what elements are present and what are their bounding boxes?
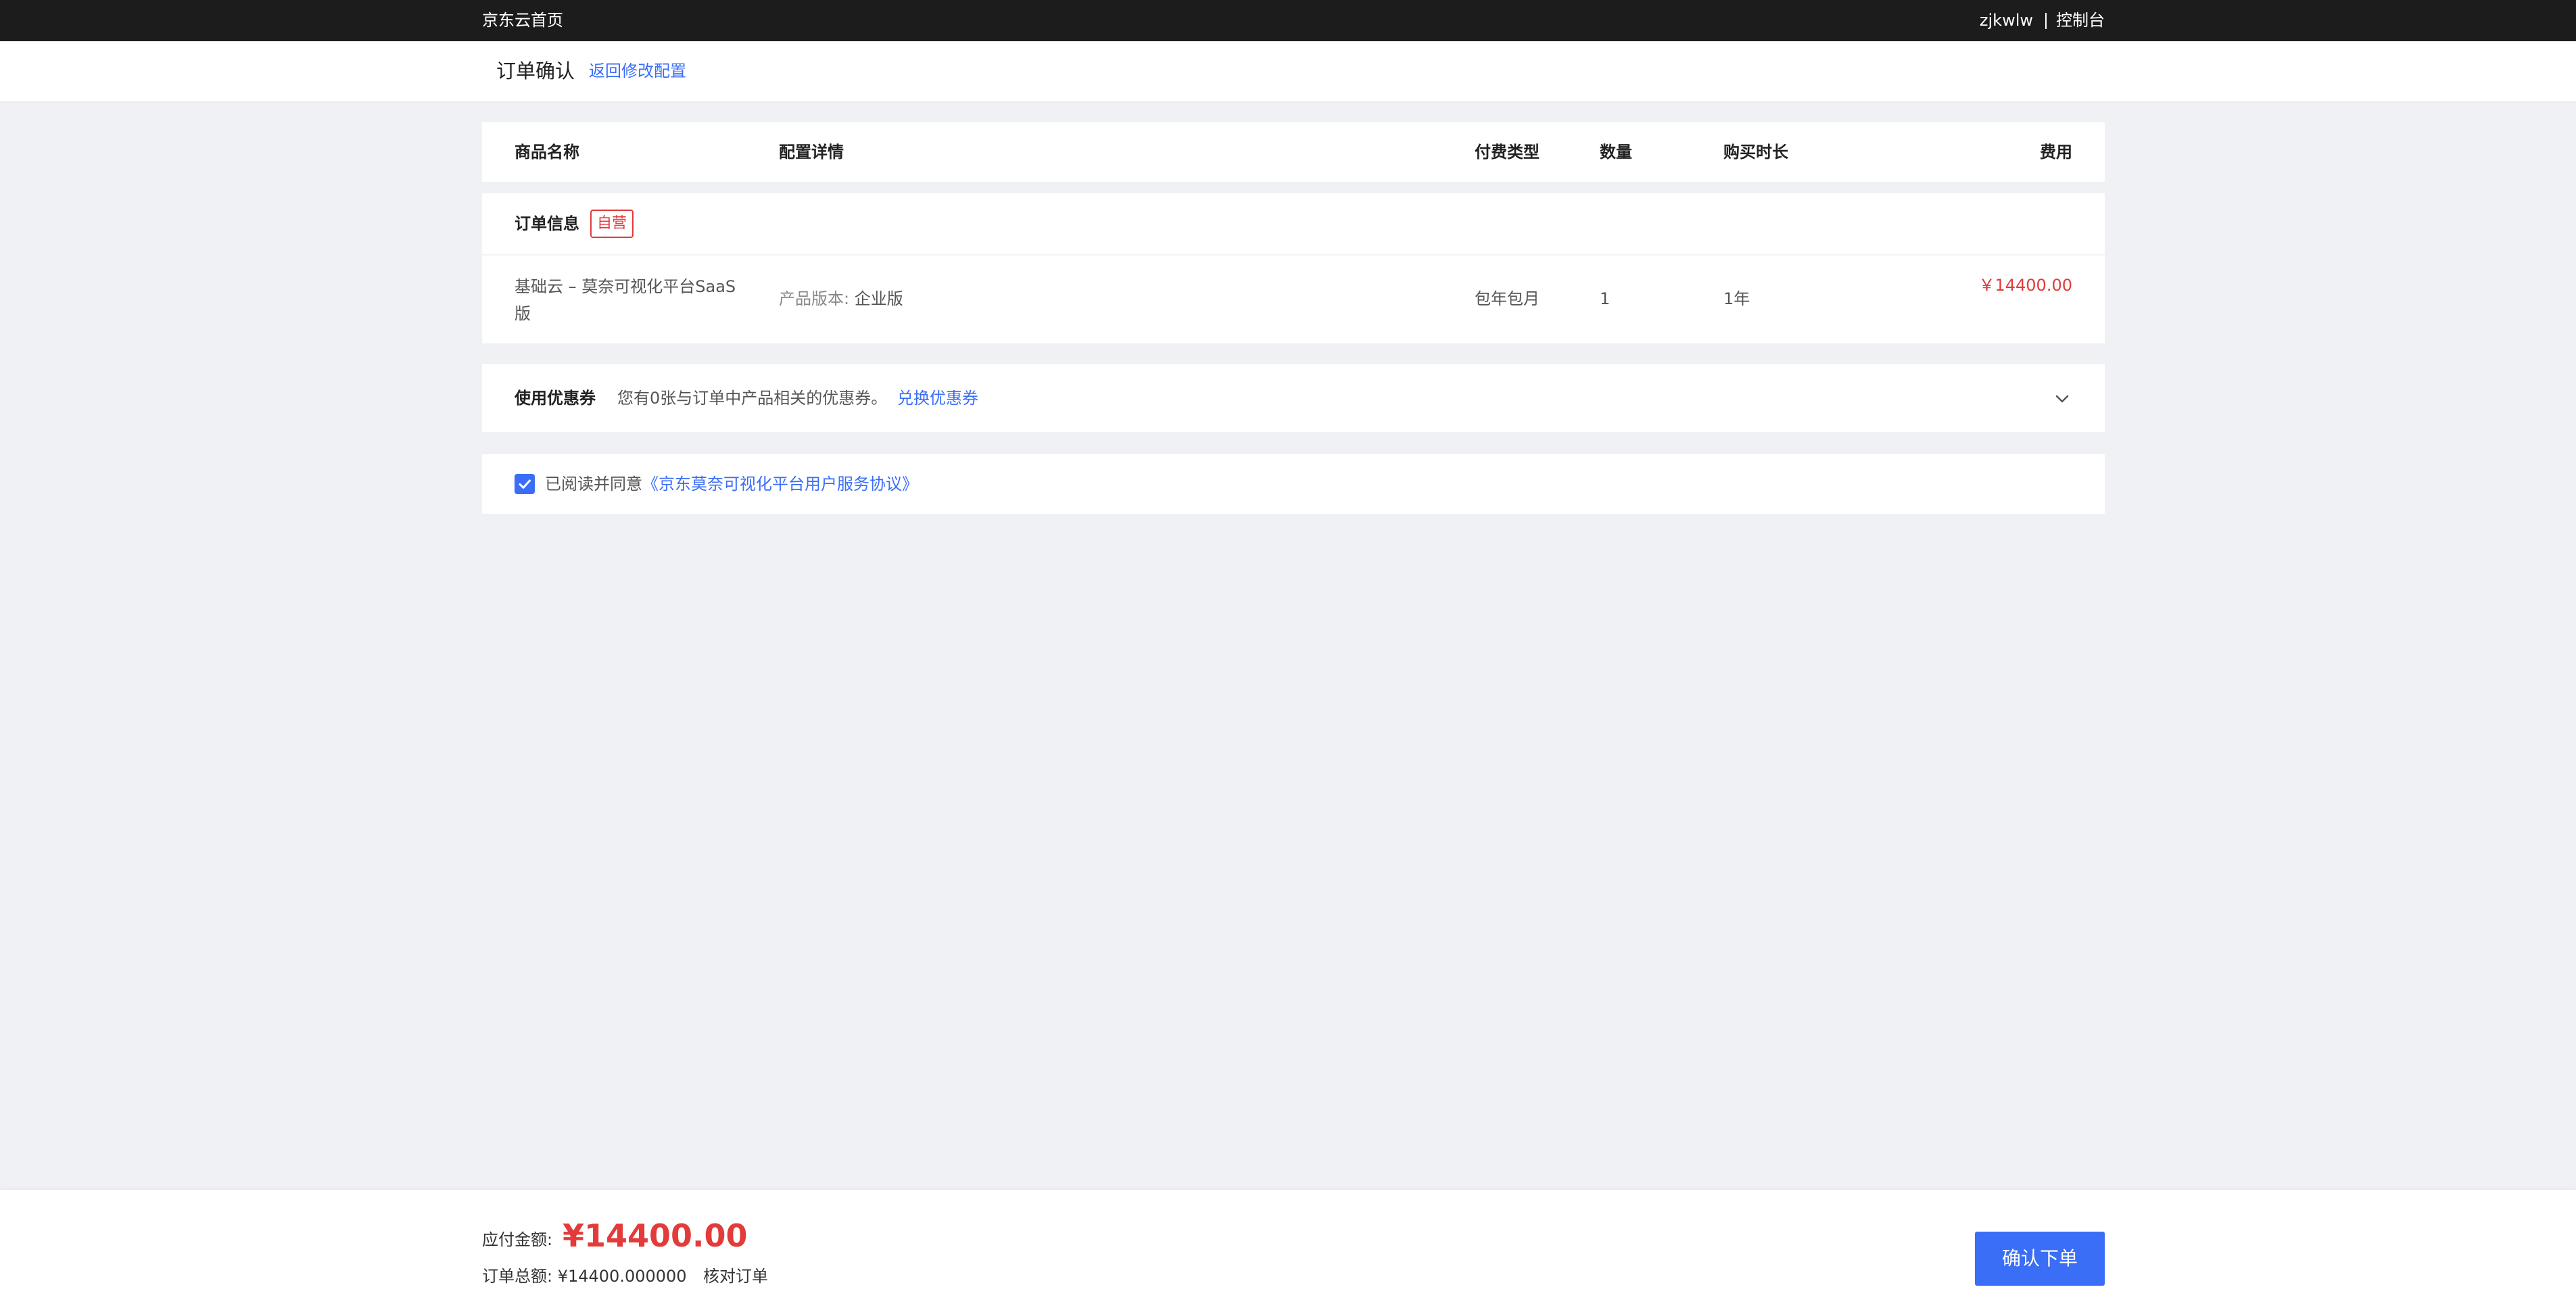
home-link[interactable]: 京东云首页 xyxy=(482,0,563,41)
username-link[interactable]: zjkwlw xyxy=(1980,0,2033,41)
verify-order-link[interactable]: 核对订单 xyxy=(703,1260,768,1292)
coupon-panel[interactable]: 使用优惠券 您有0张与订单中产品相关的优惠券。 兑换优惠券 xyxy=(482,364,2105,432)
column-header-duration: 购买时长 xyxy=(1723,143,1788,162)
user-nav: zjkwlw 控制台 xyxy=(1980,0,2105,41)
chevron-down-icon[interactable] xyxy=(2052,389,2072,409)
agreement-prefix: 已阅读并同意 xyxy=(545,475,642,493)
order-info-panel: 订单信息 自营 基础云 – 莫奈可视化平台SaaS版 产品版本: 企业版 包年包… xyxy=(482,193,2105,343)
order-info-title: 订单信息 xyxy=(515,214,579,233)
quantity: 1 xyxy=(1600,289,1611,308)
table-header: 商品名称 配置详情 付费类型 数量 购买时长 费用 xyxy=(482,122,2105,182)
pay-type: 包年包月 xyxy=(1475,289,1540,308)
column-header-fee: 费用 xyxy=(2040,143,2072,162)
column-header-product-name: 商品名称 xyxy=(515,143,579,162)
column-header-pay-type: 付费类型 xyxy=(1475,143,1540,162)
coupon-info-text: 您有0张与订单中产品相关的优惠券。 xyxy=(617,389,888,408)
product-name: 基础云 – 莫奈可视化平台SaaS版 xyxy=(515,277,736,323)
top-navbar: 京东云首页 zjkwlw 控制台 xyxy=(0,0,2576,41)
config-details: 产品版本: 企业版 xyxy=(779,285,903,312)
item-fee: ￥14400.00 xyxy=(1978,276,2072,295)
config-key: 产品版本: xyxy=(779,289,850,308)
column-header-config-details: 配置详情 xyxy=(779,143,844,162)
confirm-order-button[interactable]: 确认下单 xyxy=(1975,1232,2105,1286)
column-header-quantity: 数量 xyxy=(1600,143,1632,162)
divider xyxy=(482,254,2105,256)
page-header: 订单确认 返回修改配置 xyxy=(0,41,2576,101)
self-operated-badge: 自营 xyxy=(590,210,634,238)
agreement-label: 已阅读并同意《京东莫奈可视化平台用户服务协议》 xyxy=(545,454,918,514)
service-agreement-link[interactable]: 《京东莫奈可视化平台用户服务协议》 xyxy=(642,475,918,493)
coupon-label: 使用优惠券 xyxy=(515,389,596,408)
agreement-panel: 已阅读并同意《京东莫奈可视化平台用户服务协议》 xyxy=(482,454,2105,514)
redeem-coupon-link[interactable]: 兑换优惠券 xyxy=(897,364,978,432)
checkout-bar: 应付金额: ¥14400.00 订单总额: ¥14400.000000 核对订单… xyxy=(0,1190,2576,1306)
config-value: 企业版 xyxy=(854,289,903,308)
back-to-config-link[interactable]: 返回修改配置 xyxy=(589,41,686,101)
amount-due-label: 应付金额: xyxy=(482,1230,553,1249)
page-title: 订单确认 xyxy=(496,59,575,82)
checkmark-icon xyxy=(519,479,531,489)
amount-due-value: ¥14400.00 xyxy=(563,1217,748,1254)
console-link[interactable]: 控制台 xyxy=(2056,0,2105,41)
order-total: 订单总额: ¥14400.000000 xyxy=(482,1267,687,1286)
nav-divider xyxy=(2045,12,2047,29)
agreement-checkbox[interactable] xyxy=(515,474,535,494)
purchase-duration: 1年 xyxy=(1723,289,1750,308)
